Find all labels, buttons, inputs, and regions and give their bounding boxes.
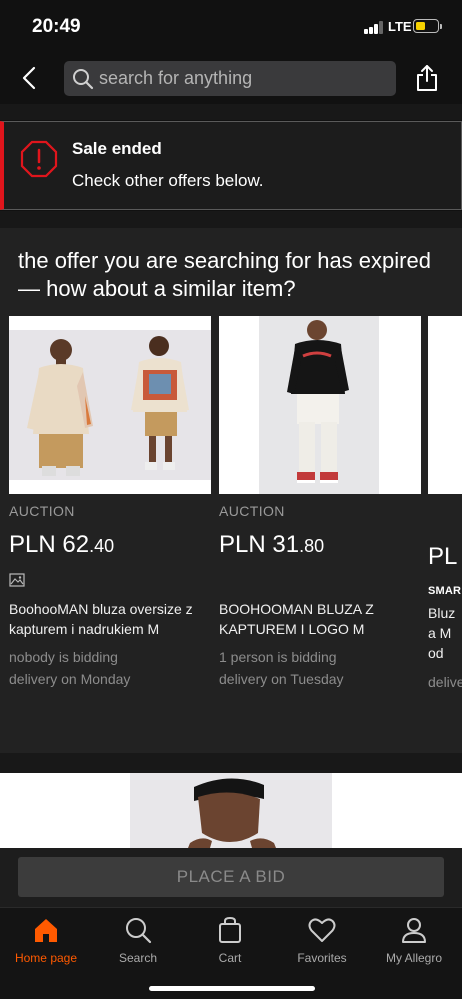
product-photo [9, 330, 211, 480]
product-photo [130, 773, 332, 848]
tab-home[interactable]: Home page [0, 914, 92, 974]
delivery-info: delivery on Tuesday [219, 671, 344, 687]
bidding-status: nobody is bidding [9, 649, 118, 665]
signal-strength-icon [364, 21, 384, 34]
tab-my-allegro[interactable]: My Allegro [368, 914, 460, 974]
product-title[interactable]: BOOHOOMAN BLUZA Z KAPTUREM I LOGO M [219, 599, 421, 639]
listing-type: AUCTION [219, 503, 285, 519]
tab-favorites[interactable]: Favorites [276, 914, 368, 974]
price-main: PLN 62 [9, 531, 90, 558]
product-card[interactable]: PL SMAR Bluza M od delive [428, 316, 462, 693]
tab-label: Favorites [297, 951, 347, 965]
status-time: 20:49 [32, 16, 81, 37]
cart-icon [217, 914, 243, 946]
price-cents: .80 [299, 536, 325, 556]
price: PLN 62.40 [9, 531, 211, 561]
product-photo [259, 316, 379, 494]
divider [0, 104, 462, 120]
bidding-status: 1 person is bidding [219, 649, 337, 665]
banner-title: Sale ended [72, 139, 162, 158]
share-button[interactable] [412, 61, 442, 95]
status-bar: 20:49 LTE [0, 0, 462, 52]
home-icon [32, 914, 60, 946]
divider [0, 211, 462, 228]
listing-type [428, 503, 462, 519]
search-icon [124, 914, 152, 946]
product-title[interactable]: Bluza M od [428, 603, 458, 663]
price-main: PL [428, 543, 458, 570]
product-card[interactable]: AUCTION PLN 62.40 BoohooMAN bluza oversi… [9, 316, 211, 690]
tab-cart[interactable]: Cart [184, 914, 276, 974]
banner-text: Check other offers below. [72, 171, 264, 190]
listing-type: AUCTION [9, 503, 75, 519]
search-placeholder: search for anything [99, 68, 253, 88]
delivery-info: delivery on Monday [9, 671, 131, 687]
search-input[interactable]: search for anything [64, 61, 396, 96]
product-image[interactable] [428, 316, 462, 494]
sale-ended-banner: Sale ended Check other offers below. [0, 121, 462, 210]
top-navigation-bar: search for anything [0, 52, 462, 104]
back-button[interactable] [14, 62, 44, 94]
price: PL [428, 543, 462, 573]
network-type: LTE [388, 19, 412, 34]
similar-items-heading: the offer you are searching for has expi… [18, 248, 431, 301]
share-icon [417, 65, 437, 91]
tab-label: Search [118, 951, 158, 965]
search-icon [73, 69, 94, 90]
product-image[interactable] [9, 316, 211, 494]
home-indicator[interactable] [149, 986, 315, 991]
bottom-tab-bar: Home page Search Cart Favorites My Alleg… [0, 907, 462, 999]
smart-badge: SMAR [428, 585, 462, 597]
tab-label: My Allegro [385, 951, 443, 965]
price-main: PLN 31 [219, 531, 300, 558]
product-title[interactable]: BoohooMAN bluza oversize z kapturem i na… [9, 599, 211, 639]
heart-icon [308, 914, 336, 946]
chevron-left-icon [22, 66, 36, 90]
tab-search[interactable]: Search [92, 914, 184, 974]
price: PLN 31.80 [219, 531, 421, 561]
price-cents: .40 [89, 536, 115, 556]
product-card[interactable]: AUCTION PLN 31.80 BOOHOOMAN BLUZA Z KAPT… [219, 316, 421, 690]
divider [0, 753, 462, 773]
bid-bar: PLACE A BID [0, 848, 462, 907]
delivery-info: delive [428, 674, 462, 690]
product-image[interactable] [219, 316, 421, 494]
product-gallery[interactable] [0, 773, 462, 848]
place-bid-button[interactable]: PLACE A BID [18, 857, 444, 897]
tab-label: Cart [218, 951, 242, 965]
tab-label: Home page [14, 951, 78, 965]
product-title-text: Bluza M od [428, 605, 456, 661]
battery-icon [413, 19, 442, 33]
user-icon [400, 914, 428, 946]
alert-octagon-icon [20, 140, 58, 178]
battery-level [415, 21, 425, 30]
image-placeholder-icon [9, 573, 211, 591]
similar-items-section: the offer you are searching for has expi… [0, 228, 462, 753]
